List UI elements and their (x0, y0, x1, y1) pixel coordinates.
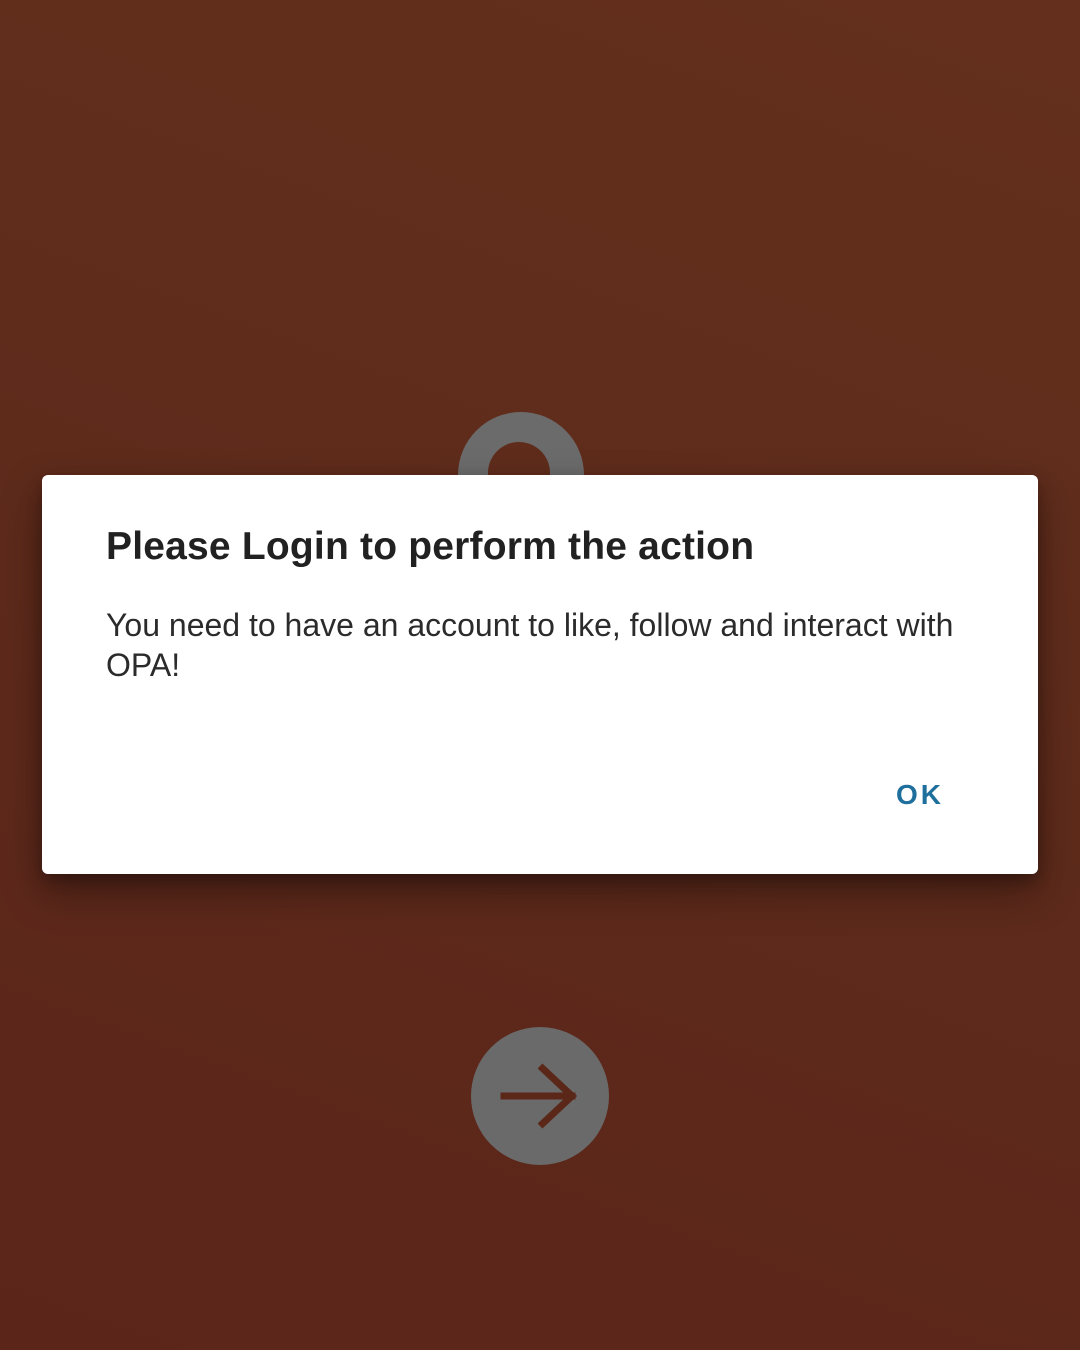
screen-background: Please Login to perform the action You n… (0, 0, 1080, 1350)
arrow-right-icon (500, 1063, 578, 1129)
login-required-dialog: Please Login to perform the action You n… (42, 475, 1038, 874)
next-button[interactable] (471, 1027, 609, 1165)
dialog-message: You need to have an account to like, fol… (106, 607, 954, 683)
ok-button[interactable]: OK (880, 773, 960, 817)
dialog-title: Please Login to perform the action (106, 525, 755, 568)
